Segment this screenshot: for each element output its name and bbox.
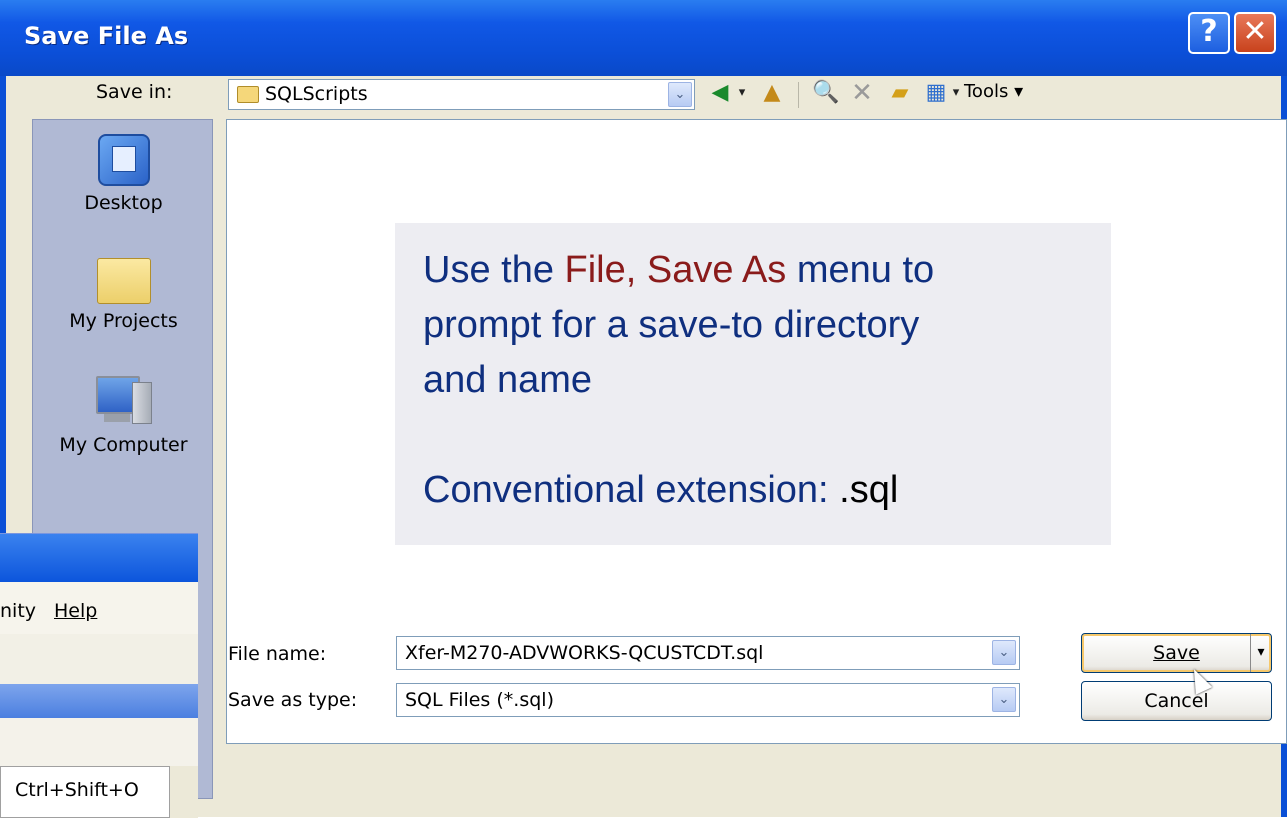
cancel-button[interactable]: Cancel — [1081, 681, 1272, 721]
delete-icon[interactable]: ✕ — [848, 80, 876, 106]
background-window: nity Help Ctrl+Shift+O — [0, 533, 198, 818]
callout-text: menu to — [786, 249, 935, 291]
close-button[interactable]: ✕ — [1234, 12, 1276, 54]
background-window-title-bar — [0, 534, 198, 582]
place-my-projects[interactable]: My Projects — [33, 258, 214, 332]
views-icon[interactable]: ▦ — [922, 80, 950, 106]
place-label: My Computer — [59, 434, 188, 456]
views-dropdown-icon[interactable]: ▾ — [950, 80, 962, 106]
annotation-callout: Use the File, Save As menu to prompt for… — [395, 223, 1111, 545]
back-dropdown-icon[interactable]: ▾ — [736, 80, 748, 106]
help-button[interactable]: ? — [1188, 12, 1230, 54]
background-toolbar — [0, 634, 198, 684]
toolbar-separator — [798, 82, 799, 108]
place-label: My Projects — [69, 310, 178, 332]
callout-text: Conventional extension: — [423, 469, 840, 511]
search-web-icon[interactable]: 🔍 — [812, 80, 840, 106]
tools-menu[interactable]: Tools ▾ — [964, 81, 1023, 102]
desktop-icon — [97, 134, 150, 186]
save-in-combobox[interactable]: SQLScripts ⌄ — [228, 79, 695, 110]
callout-extension: .sql — [839, 469, 899, 511]
file-name-label: File name: — [228, 643, 327, 665]
background-selected-bar — [0, 684, 198, 718]
computer-icon — [95, 376, 152, 428]
shortcut-text: Ctrl+Shift+O — [15, 779, 139, 801]
callout-line-4: Conventional extension: .sql — [423, 463, 898, 518]
place-desktop[interactable]: Desktop — [33, 134, 214, 214]
new-folder-icon[interactable]: ▰ — [886, 80, 914, 106]
chevron-down-icon[interactable]: ⌄ — [668, 82, 692, 107]
callout-line-3: and name — [423, 359, 593, 401]
menu-item-community[interactable]: nity — [0, 600, 36, 622]
background-menu-strip — [0, 718, 198, 766]
callout-text: Use the — [423, 249, 565, 291]
save-in-label: Save in: — [96, 81, 173, 103]
save-as-type-value: SQL Files (*.sql) — [405, 689, 554, 711]
background-menu-bar: nity Help — [0, 582, 198, 634]
save-as-type-select[interactable]: SQL Files (*.sql) ⌄ — [396, 683, 1020, 717]
folder-icon — [96, 258, 151, 304]
up-folder-icon[interactable]: ▲ — [758, 80, 786, 106]
dialog-title: Save File As — [24, 22, 189, 50]
chevron-down-icon[interactable]: ⌄ — [992, 640, 1016, 665]
title-bar: Save File As ? ✕ — [0, 0, 1287, 76]
menu-item-shortcut[interactable]: Ctrl+Shift+O — [0, 766, 170, 818]
save-button-label: Save — [1153, 642, 1200, 664]
callout-highlight: File, Save As — [564, 249, 787, 291]
save-dropdown-icon[interactable]: ▾ — [1250, 634, 1271, 672]
place-my-computer[interactable]: My Computer — [33, 376, 214, 456]
file-name-value: Xfer-M270-ADVWORKS-QCUSTCDT.sql — [405, 642, 764, 664]
folder-icon — [237, 86, 259, 103]
menu-item-help[interactable]: Help — [54, 600, 97, 622]
save-button[interactable]: Save ▾ — [1081, 633, 1272, 673]
back-icon[interactable]: ◀ — [706, 80, 734, 106]
callout-line-2: prompt for a save-to directory — [423, 304, 920, 346]
chevron-down-icon[interactable]: ⌄ — [992, 687, 1016, 712]
save-in-value: SQLScripts — [265, 83, 368, 105]
save-as-type-label: Save as type: — [228, 689, 358, 711]
file-name-input[interactable]: Xfer-M270-ADVWORKS-QCUSTCDT.sql ⌄ — [396, 636, 1020, 670]
place-label: Desktop — [84, 192, 163, 214]
callout-line-1: Use the File, Save As menu to — [423, 243, 934, 298]
